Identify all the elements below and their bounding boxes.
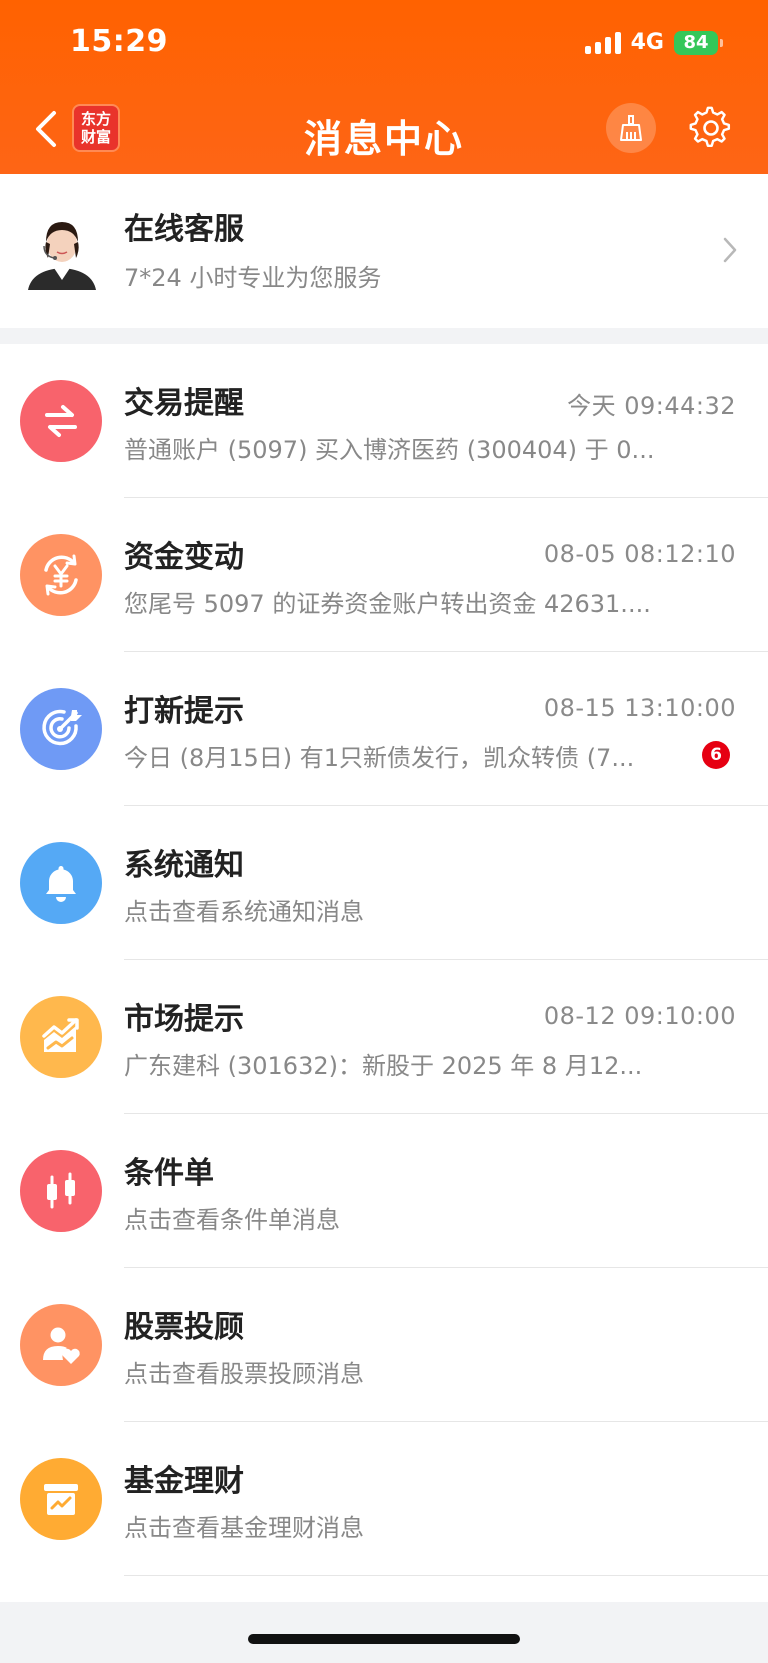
list-item-trade-alert[interactable]: 交易提醒 今天 09:44:32 普通账户 (5097) 买入博济医药 (300…	[0, 344, 768, 498]
candlestick-icon	[20, 1150, 102, 1232]
message-title: 股票投顾	[124, 1310, 244, 1345]
bell-icon	[20, 842, 102, 924]
list-item-system-notice[interactable]: 系统通知 点击查看系统通知消息	[0, 806, 768, 960]
status-indicators: 4G 84	[584, 30, 723, 55]
message-preview: 今日 (8月15日) 有1只新债发行，凯众转债 (7...	[124, 744, 635, 772]
message-preview: 点击查看股票投顾消息	[124, 1360, 364, 1388]
target-icon	[20, 688, 102, 770]
message-time: 08-05 08:12:10	[543, 540, 736, 568]
header: 15:29 4G 84 东方 财富 消息中心	[0, 0, 768, 174]
message-title: 交易提醒	[124, 386, 244, 421]
swap-arrows-icon	[20, 380, 102, 462]
list-item-stock-advisor[interactable]: 股票投顾 点击查看股票投顾消息	[0, 1268, 768, 1422]
message-preview: 您尾号 5097 的证券资金账户转出资金 42631....	[124, 590, 651, 618]
advisor-icon	[20, 1304, 102, 1386]
message-preview: 点击查看基金理财消息	[124, 1514, 364, 1542]
message-title: 市场提示	[124, 1002, 244, 1037]
message-title: 条件单	[124, 1156, 214, 1191]
status-time: 15:29	[70, 24, 168, 59]
message-title: 打新提示	[124, 694, 244, 729]
signal-icon	[584, 31, 621, 54]
battery-icon: 84	[674, 30, 723, 55]
list-item-fund-finance[interactable]: 基金理财 点击查看基金理财消息	[0, 1422, 768, 1576]
chevron-right-icon	[723, 237, 737, 263]
message-title: 系统通知	[124, 848, 244, 883]
settings-button[interactable]	[686, 103, 736, 153]
online-service-entry[interactable]: 在线客服 7*24 小时专业为您服务	[0, 174, 768, 328]
message-time: 08-12 09:10:00	[543, 1002, 736, 1030]
message-time: 今天 09:44:32	[567, 392, 736, 420]
message-title: 基金理财	[124, 1464, 244, 1499]
gear-icon	[689, 106, 731, 148]
message-preview: 点击查看系统通知消息	[124, 898, 364, 926]
yuan-refresh-icon	[20, 534, 102, 616]
list-item-conditional-order[interactable]: 条件单 点击查看条件单消息	[0, 1114, 768, 1268]
message-preview: 普通账户 (5097) 买入博济医药 (300404) 于 0...	[124, 436, 655, 464]
service-title: 在线客服	[124, 212, 244, 247]
service-subtitle: 7*24 小时专业为您服务	[124, 264, 382, 292]
message-list: 交易提醒 今天 09:44:32 普通账户 (5097) 买入博济医药 (300…	[0, 344, 768, 1602]
customer-service-avatar	[28, 222, 96, 290]
message-title: 资金变动	[124, 540, 244, 575]
message-time: 08-15 13:10:00	[543, 694, 736, 722]
chart-up-icon	[20, 996, 102, 1078]
unread-count-badge: 6	[702, 741, 730, 769]
home-indicator[interactable]	[248, 1634, 520, 1644]
list-item-fund-change[interactable]: 资金变动 08-05 08:12:10 您尾号 5097 的证券资金账户转出资金…	[0, 498, 768, 652]
fund-box-icon	[20, 1458, 102, 1540]
broom-icon	[620, 115, 642, 141]
clear-messages-button[interactable]	[606, 103, 656, 153]
list-item-market-alert[interactable]: 市场提示 08-12 09:10:00 广东建科 (301632)：新股于 20…	[0, 960, 768, 1114]
message-preview: 广东建科 (301632)：新股于 2025 年 8 月12...	[124, 1052, 643, 1080]
network-type: 4G	[630, 30, 664, 55]
message-preview: 点击查看条件单消息	[124, 1206, 340, 1234]
battery-level: 84	[683, 32, 709, 53]
list-item-ipo-alert[interactable]: 打新提示 08-15 13:10:00 今日 (8月15日) 有1只新债发行，凯…	[0, 652, 768, 806]
divider	[124, 1575, 768, 1576]
